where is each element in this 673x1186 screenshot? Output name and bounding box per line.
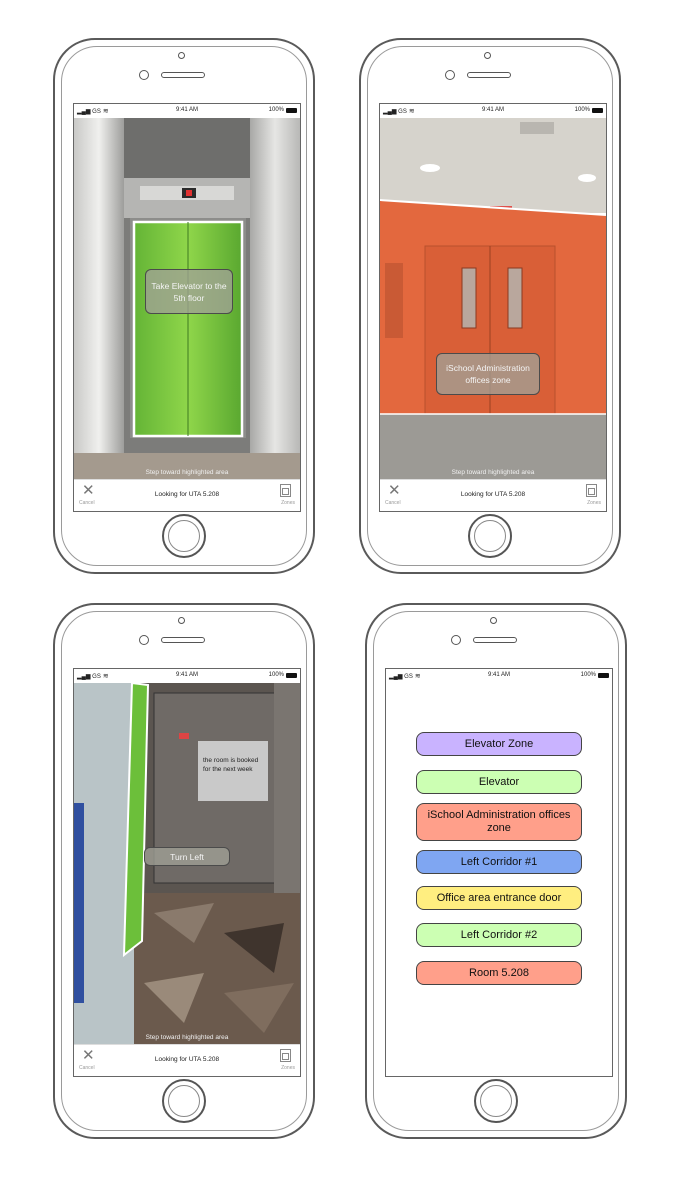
looking-for-title: Looking for UTA 5.208	[154, 1056, 220, 1063]
zones-label[interactable]: Zones	[281, 500, 295, 506]
zones-label[interactable]: Zones	[281, 1065, 295, 1071]
camera-icon	[178, 52, 185, 59]
home-button[interactable]	[474, 1079, 518, 1123]
phone-3: ▂▄▆ GS ≋ 9:41 AM 100% Turn Left the room…	[53, 603, 315, 1139]
zone-button-left-corridor-2[interactable]: Left Corridor #2	[416, 923, 582, 947]
home-button[interactable]	[162, 514, 206, 558]
status-bar: ▂▄▆ GS ≋ 9:41 AM 100%	[380, 104, 606, 118]
hint-text: Step toward highlighted area	[145, 469, 229, 476]
speaker-icon	[473, 637, 517, 643]
battery-icon	[598, 672, 609, 678]
status-time: 9:41 AM	[487, 672, 510, 678]
zone-button-elevator[interactable]: Elevator	[416, 770, 582, 794]
instruction-bubble: iSchool Administration offices zone	[436, 353, 540, 395]
hint-text: Step toward highlighted area	[451, 469, 535, 476]
instruction-bubble: Take Elevator to the 5th floor	[145, 269, 233, 314]
booking-note: the room is booked for the next week	[198, 741, 268, 801]
zone-button-elevator-zone[interactable]: Elevator Zone	[416, 732, 582, 756]
camera-view: iSchool Administration offices zone Step…	[380, 118, 606, 480]
zone-button-room-5208[interactable]: Room 5.208	[416, 961, 582, 985]
sensor-icon	[451, 635, 461, 645]
camera-icon	[490, 617, 497, 624]
camera-view: Turn Left the room is booked for the nex…	[74, 683, 300, 1045]
status-time: 9:41 AM	[481, 107, 504, 113]
phone-4: ▂▄▆ GS ≋ 9:41 AM 100% Elevator Zone Eleva…	[365, 603, 627, 1139]
battery-icon	[592, 107, 603, 113]
status-bar: ▂▄▆ GS ≋ 9:41 AM 100%	[386, 669, 612, 683]
looking-for-title: Looking for UTA 5.208	[460, 491, 526, 498]
zone-button-left-corridor-1[interactable]: Left Corridor #1	[416, 850, 582, 874]
camera-icon	[484, 52, 491, 59]
bottom-bar: ✕ Cancel Looking for UTA 5.208 Zones	[74, 479, 300, 511]
zones-icon[interactable]	[280, 1049, 291, 1062]
zones-icon[interactable]	[280, 484, 291, 497]
status-time: 9:41 AM	[175, 672, 198, 678]
cancel-label[interactable]: Cancel	[385, 500, 401, 506]
screen-corridor: ▂▄▆ GS ≋ 9:41 AM 100% Turn Left the room…	[73, 668, 301, 1077]
zone-button-ischool-admin[interactable]: iSchool Administration offices zone	[416, 803, 582, 841]
hint-text: Step toward highlighted area	[145, 1034, 229, 1041]
speaker-icon	[467, 72, 511, 78]
screen-zones: ▂▄▆ GS ≋ 9:41 AM 100% Elevator Zone Eleva…	[385, 668, 613, 1077]
camera-icon	[178, 617, 185, 624]
home-button[interactable]	[468, 514, 512, 558]
speaker-icon	[161, 637, 205, 643]
zones-icon[interactable]	[586, 484, 597, 497]
phone-2: ▂▄▆ GS ≋ 9:41 AM 100% iSchool Administra…	[359, 38, 621, 574]
sensor-icon	[445, 70, 455, 80]
status-bar: ▂▄▆ GS ≋ 9:41 AM 100%	[74, 669, 300, 683]
status-time: 9:41 AM	[175, 107, 198, 113]
instruction-bubble: Turn Left	[144, 847, 230, 866]
sensor-icon	[139, 635, 149, 645]
cancel-label[interactable]: Cancel	[79, 500, 95, 506]
speaker-icon	[161, 72, 205, 78]
battery-icon	[286, 107, 297, 113]
admin-scene	[380, 118, 606, 480]
status-bar: ▂▄▆ GS ≋ 9:41 AM 100%	[74, 104, 300, 118]
looking-for-title: Looking for UTA 5.208	[154, 491, 220, 498]
zone-button-office-entrance[interactable]: Office area entrance door	[416, 886, 582, 910]
screen-admin: ▂▄▆ GS ≋ 9:41 AM 100% iSchool Administra…	[379, 103, 607, 512]
battery-icon	[286, 672, 297, 678]
zones-label[interactable]: Zones	[587, 500, 601, 506]
screen-elevator: ▂▄▆ GS ≋ 9:41 AM 100% Take Elevator to t…	[73, 103, 301, 512]
bottom-bar: ✕ Cancel Looking for UTA 5.208 Zones	[74, 1044, 300, 1076]
sensor-icon	[139, 70, 149, 80]
home-button[interactable]	[162, 1079, 206, 1123]
phone-1: ▂▄▆ GS ≋ 9:41 AM 100% Take Elevator to t…	[53, 38, 315, 574]
camera-view: Take Elevator to the 5th floor Step towa…	[74, 118, 300, 480]
cancel-label[interactable]: Cancel	[79, 1065, 95, 1071]
bottom-bar: ✕ Cancel Looking for UTA 5.208 Zones	[380, 479, 606, 511]
